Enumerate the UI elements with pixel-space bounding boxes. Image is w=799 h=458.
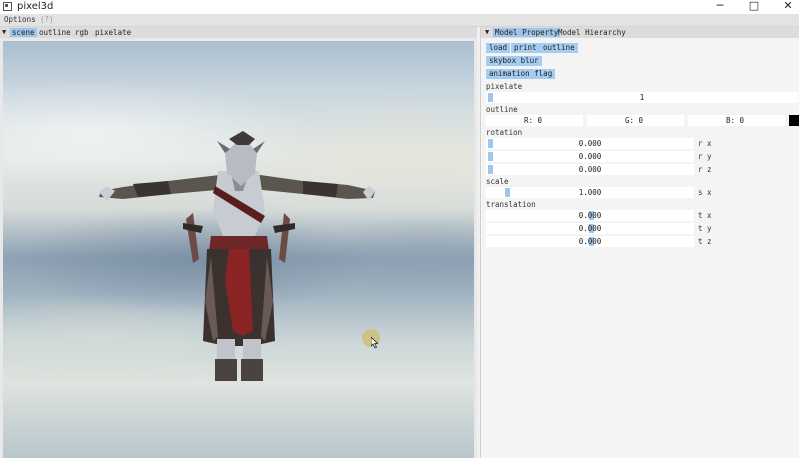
title-bar: pixel3d ─ □ ✕	[0, 0, 799, 14]
outline-g-value: G: 0	[625, 116, 644, 125]
rotation-z-value: 0.000	[578, 165, 602, 174]
rotation-x-axis-label: r x	[698, 139, 712, 148]
outline-b-value: B: 0	[726, 116, 745, 125]
tab-model-property[interactable]: Model Property	[493, 28, 561, 37]
translation-y-value: 0.000	[578, 224, 602, 233]
scene-pane: ▼ scene outline rgb pixelate	[0, 27, 477, 458]
maximize-button[interactable]: □	[737, 0, 771, 14]
outline-label: outline	[486, 105, 518, 114]
minimize-button[interactable]: ─	[703, 0, 737, 14]
pixelate-value: 1	[639, 93, 645, 102]
menu-options[interactable]: Options	[4, 15, 36, 25]
translation-z-slider[interactable]: 0.000	[486, 236, 694, 247]
rotation-label: rotation	[486, 128, 523, 137]
translation-y-axis-label: t y	[698, 224, 712, 233]
translation-y-slider[interactable]: 0.000	[486, 223, 694, 234]
scale-label: scale	[486, 177, 509, 186]
outline-button[interactable]: outline	[540, 43, 578, 53]
tab-pixelate[interactable]: pixelate	[93, 28, 133, 37]
collapse-arrow-icon[interactable]: ▼	[485, 27, 489, 38]
menu-bar: Options (?)	[0, 14, 799, 27]
scene-tab-bar: ▼ scene outline rgb pixelate	[0, 27, 477, 38]
rotation-z-axis-label: r z	[698, 165, 712, 174]
rotation-x-value: 0.000	[578, 139, 602, 148]
rotation-y-value: 0.000	[578, 152, 602, 161]
app-icon	[3, 2, 12, 11]
translation-x-value: 0.000	[578, 211, 602, 220]
outline-b-field[interactable]: B: 0	[688, 115, 785, 126]
outline-color-swatch[interactable]	[789, 115, 799, 126]
rotation-z-slider[interactable]: 0.000	[486, 164, 694, 175]
tab-scene[interactable]: scene	[10, 28, 37, 37]
tab-outline[interactable]: outline	[37, 28, 73, 37]
translation-z-axis-label: t z	[698, 237, 712, 246]
scene-viewport[interactable]	[3, 41, 474, 458]
mouse-pointer-icon	[371, 337, 379, 349]
translation-x-slider[interactable]: 0.000	[486, 210, 694, 221]
tab-rgb[interactable]: rgb	[73, 28, 91, 37]
character-model	[99, 131, 375, 381]
translation-x-axis-label: t x	[698, 211, 712, 220]
scale-x-axis-label: s x	[698, 188, 712, 197]
collapse-arrow-icon[interactable]: ▼	[2, 27, 6, 38]
skybox-blur-button[interactable]: skybox blur	[486, 56, 542, 66]
property-pane: ▼ Model Property Model Hierarchy load pr…	[480, 27, 799, 458]
outline-r-field[interactable]: R: 0	[486, 115, 583, 126]
property-tab-bar: ▼ Model Property Model Hierarchy	[481, 27, 799, 38]
scale-x-slider[interactable]: 1.000	[486, 187, 694, 198]
load-button[interactable]: load	[486, 43, 511, 53]
print-button[interactable]: print	[511, 43, 540, 53]
scale-x-value: 1.000	[578, 188, 602, 197]
pixelate-slider[interactable]: 1	[486, 92, 798, 103]
close-button[interactable]: ✕	[771, 0, 799, 14]
outline-g-field[interactable]: G: 0	[587, 115, 684, 126]
translation-z-value: 0.000	[578, 237, 602, 246]
outline-r-value: R: 0	[524, 116, 543, 125]
rotation-x-slider[interactable]: 0.000	[486, 138, 694, 149]
animation-flag-button[interactable]: animation flag	[486, 69, 556, 79]
pixelate-label: pixelate	[486, 82, 523, 91]
rotation-y-axis-label: r y	[698, 152, 712, 161]
rotation-y-slider[interactable]: 0.000	[486, 151, 694, 162]
menu-help[interactable]: (?)	[40, 15, 54, 25]
tab-model-hierarchy[interactable]: Model Hierarchy	[556, 28, 628, 37]
window-title: pixel3d	[17, 1, 54, 12]
translation-label: translation	[486, 200, 536, 209]
